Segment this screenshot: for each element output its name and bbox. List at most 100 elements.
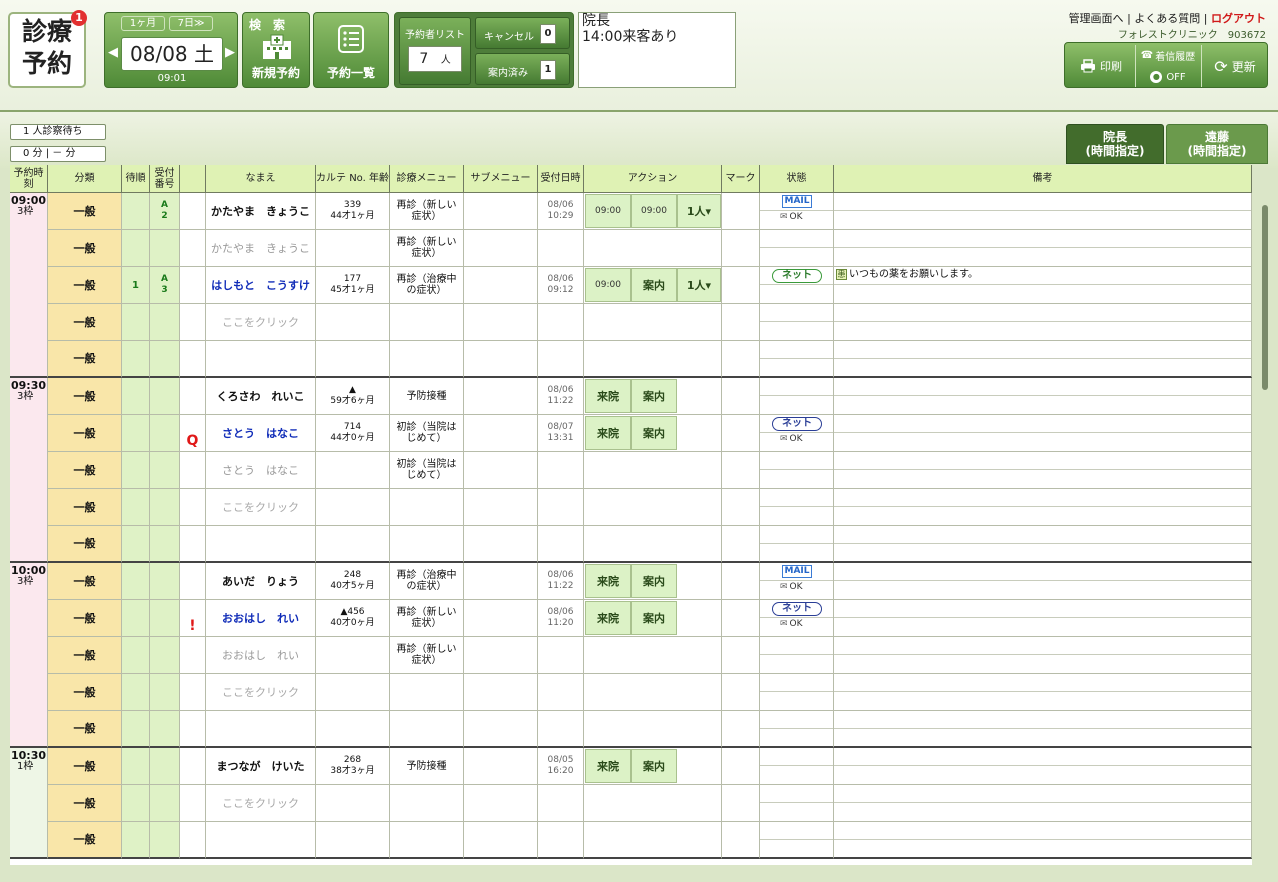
menu-cell[interactable]: 初診（当院はじめて） [390, 452, 464, 489]
submenu-cell[interactable] [464, 637, 538, 674]
patient-name-cell[interactable]: かたやま きょうこ [206, 230, 316, 267]
marker-cell[interactable] [722, 785, 760, 822]
note-cell[interactable] [834, 711, 1252, 748]
note-cell[interactable] [834, 378, 1252, 415]
note-cell[interactable] [834, 526, 1252, 563]
menu-cell[interactable]: 予防接種 [390, 378, 464, 415]
patient-name-cell[interactable]: くろさわ れいこ [206, 378, 316, 415]
submenu-cell[interactable] [464, 193, 538, 230]
marker-cell[interactable] [722, 193, 760, 230]
guide-button[interactable]: 案内 [631, 564, 677, 598]
category-cell[interactable]: 一般 [48, 452, 122, 489]
admin-link[interactable]: 管理画面へ [1069, 12, 1124, 25]
daily-memo[interactable]: 院長 14:00来客あり [578, 12, 736, 88]
reservation-list-button[interactable]: 予約一覧 [313, 12, 389, 88]
menu-cell[interactable] [390, 711, 464, 748]
patient-name-cell[interactable] [206, 526, 316, 563]
checkin-time-button[interactable]: 09:00 [631, 194, 677, 228]
call-toggle[interactable]: ● OFF [1137, 67, 1199, 87]
submenu-cell[interactable] [464, 748, 538, 785]
marker-cell[interactable] [722, 822, 760, 859]
marker-cell[interactable] [722, 489, 760, 526]
arrived-button[interactable]: 来院 [585, 749, 631, 783]
marker-cell[interactable] [722, 526, 760, 563]
menu-cell[interactable] [390, 674, 464, 711]
submenu-cell[interactable] [464, 452, 538, 489]
category-cell[interactable]: 一般 [48, 341, 122, 378]
marker-cell[interactable] [722, 341, 760, 378]
guide-button[interactable]: 案内 [631, 416, 677, 450]
arrived-button[interactable]: 来院 [585, 416, 631, 450]
marker-cell[interactable] [722, 267, 760, 304]
guide-button[interactable]: 案内 [631, 379, 677, 413]
patient-name-cell[interactable]: ここをクリック [206, 304, 316, 341]
count-dropdown[interactable]: 1人▾ [677, 194, 721, 228]
new-reservation-button[interactable]: 検 索 新規予約 [242, 12, 310, 88]
arrived-button[interactable]: 来院 [585, 564, 631, 598]
guide-button[interactable]: 案内 [631, 601, 677, 635]
category-cell[interactable]: 一般 [48, 304, 122, 341]
patient-name-cell[interactable]: おおはし れい [206, 637, 316, 674]
call-history-button[interactable]: ☎ 着信履歴 [1137, 45, 1199, 65]
menu-cell[interactable] [390, 526, 464, 563]
arrived-button[interactable]: 来院 [585, 601, 631, 635]
patient-name-cell[interactable]: ここをクリック [206, 674, 316, 711]
patient-name-cell[interactable]: はしもと こうすけ [206, 267, 316, 304]
category-cell[interactable]: 一般 [48, 526, 122, 563]
patient-name-cell[interactable] [206, 822, 316, 859]
menu-cell[interactable] [390, 785, 464, 822]
marker-cell[interactable] [722, 600, 760, 637]
menu-cell[interactable] [390, 822, 464, 859]
note-cell[interactable] [834, 674, 1252, 711]
note-cell[interactable] [834, 785, 1252, 822]
submenu-cell[interactable] [464, 415, 538, 452]
submenu-cell[interactable] [464, 304, 538, 341]
vertical-scrollbar[interactable] [1262, 205, 1268, 390]
doctor-tab-active[interactable]: 院長 (時間指定) [1066, 124, 1164, 164]
note-cell[interactable]: 患いつもの薬をお願いします。 [834, 267, 1252, 304]
guide-button[interactable]: 案内 [631, 749, 677, 783]
category-cell[interactable]: 一般 [48, 230, 122, 267]
menu-cell[interactable]: 再診（新しい症状） [390, 637, 464, 674]
submenu-cell[interactable] [464, 711, 538, 748]
marker-cell[interactable] [722, 563, 760, 600]
submenu-cell[interactable] [464, 600, 538, 637]
doctor-tab[interactable]: 遠藤 (時間指定) [1166, 124, 1268, 164]
note-cell[interactable] [834, 748, 1252, 785]
arrived-button[interactable]: 来院 [585, 379, 631, 413]
patient-name-cell[interactable]: かたやま きょうこ [206, 193, 316, 230]
category-cell[interactable]: 一般 [48, 674, 122, 711]
note-cell[interactable] [834, 304, 1252, 341]
cancel-counter[interactable]: キャンセル 0 [475, 17, 570, 49]
category-cell[interactable]: 一般 [48, 489, 122, 526]
marker-cell[interactable] [722, 674, 760, 711]
note-cell[interactable] [834, 452, 1252, 489]
menu-cell[interactable]: 再診（新しい症状） [390, 600, 464, 637]
submenu-cell[interactable] [464, 785, 538, 822]
menu-cell[interactable]: 予防接種 [390, 748, 464, 785]
category-cell[interactable]: 一般 [48, 378, 122, 415]
note-cell[interactable] [834, 230, 1252, 267]
patient-name-cell[interactable]: ここをクリック [206, 489, 316, 526]
marker-cell[interactable] [722, 452, 760, 489]
note-cell[interactable] [834, 193, 1252, 230]
submenu-cell[interactable] [464, 563, 538, 600]
marker-cell[interactable] [722, 378, 760, 415]
submenu-cell[interactable] [464, 822, 538, 859]
marker-cell[interactable] [722, 415, 760, 452]
logout-link[interactable]: ログアウト [1211, 12, 1266, 25]
note-cell[interactable] [834, 600, 1252, 637]
patient-name-cell[interactable] [206, 341, 316, 378]
submenu-cell[interactable] [464, 674, 538, 711]
print-button[interactable]: 印刷 [1069, 51, 1133, 81]
next-day-icon[interactable]: ▶ [225, 43, 235, 63]
menu-cell[interactable]: 初診（当院はじめて） [390, 415, 464, 452]
category-cell[interactable]: 一般 [48, 267, 122, 304]
category-cell[interactable]: 一般 [48, 748, 122, 785]
checkin-time-button[interactable]: 09:00 [585, 194, 631, 228]
category-cell[interactable]: 一般 [48, 637, 122, 674]
submenu-cell[interactable] [464, 267, 538, 304]
menu-cell[interactable]: 再診（新しい症状） [390, 230, 464, 267]
patient-name-cell[interactable]: あいだ りょう [206, 563, 316, 600]
patient-name-cell[interactable]: さとう はなこ [206, 415, 316, 452]
